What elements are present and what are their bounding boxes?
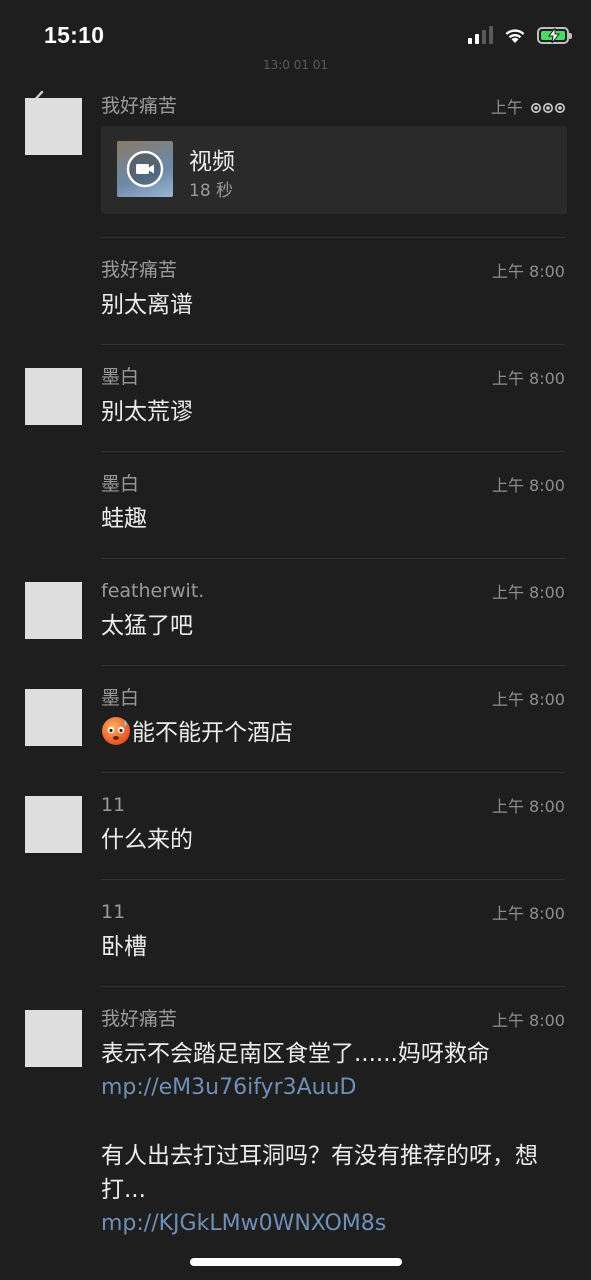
chat-message[interactable]: 墨白 上午 8:00 别太荒谬 [0,345,591,452]
message-text-content: 能不能开个酒店 [132,720,293,746]
message-text: 蛙趣 [101,506,147,532]
chat-message[interactable]: 我好痛苦 上午 8:00 表示不会踏足南区食堂了......妈呀救命 mp://… [0,987,591,1267]
video-duration: 18 秒 [189,181,234,201]
mini-program-link[interactable]: mp://eM3u76ifyr3AuuD [101,1071,565,1105]
status-bar: 15:10 [0,0,591,64]
chat-message[interactable]: 墨白 上午 8:00 能不能开个酒店 [0,666,591,773]
video-camera-icon [126,150,164,188]
cellular-signal-icon [468,26,493,44]
wifi-icon [505,29,525,43]
chat-message[interactable]: 我好痛苦 上午 8:00 别太离谱 [0,238,591,345]
message-time: 上午 8:00 [491,1011,565,1030]
chat-message[interactable]: 墨白 上午 8:00 蛙趣 [0,452,591,559]
message-text: 什么来的 [101,827,193,853]
message-paragraph: 表示不会踏足南区食堂了......妈呀救命 [101,1041,490,1067]
avatar[interactable] [25,368,82,425]
chat-message[interactable]: featherwit. 上午 8:00 太猛了吧 [0,559,591,666]
status-time: 15:10 [44,22,105,48]
message-paragraph: 有人出去打过耳洞吗？有没有推荐的呀，想打... [101,1143,538,1203]
home-indicator[interactable] [190,1258,402,1266]
status-icons [468,26,572,44]
message-text: 卧槽 [101,934,147,960]
message-time: 上午 8:00 [491,262,565,281]
chat-message[interactable]: 11 上午 8:00 卧槽 [0,880,591,987]
message-time: 上午 8:00 [491,904,565,923]
message-time: 上午 8:00 [491,797,565,816]
avatar[interactable] [25,98,82,155]
video-title: 视频 [189,149,235,175]
avatar[interactable] [25,689,82,746]
video-thumbnail[interactable] [117,141,173,197]
avatar[interactable] [25,1010,82,1067]
message-time: 上午 [491,94,565,118]
message-time: 上午 8:00 [491,583,565,602]
video-card[interactable]: 视频 18 秒 [101,126,567,214]
mini-program-link[interactable]: mp://KJGkLMw0WNXOM8s [101,1207,565,1241]
avatar[interactable] [25,582,82,639]
avatar[interactable] [25,796,82,853]
message-time: 上午 8:00 [491,476,565,495]
message-time: 上午 8:00 [491,690,565,709]
header-ghost-text: 13:0 01 01 [262,58,329,72]
cold-sweat-face-icon [102,717,130,745]
message-time: 上午 8:00 [491,369,565,388]
chat-message[interactable]: 我好痛苦 上午 视频 18 秒 [0,86,591,238]
message-text: 别太荒谬 [101,399,193,425]
more-dots-icon [531,103,565,113]
message-text: 别太离谱 [101,292,193,318]
message-text: 太猛了吧 [101,613,193,639]
battery-charging-icon [537,26,572,44]
chat-feed: 我好痛苦 上午 视频 18 秒 我好痛苦 上午 8:00 别太离谱 墨白 上午 … [0,86,591,1267]
message-text: 能不能开个酒店 [101,716,565,750]
chat-message[interactable]: 11 上午 8:00 什么来的 [0,773,591,880]
message-text: 表示不会踏足南区食堂了......妈呀救命 mp://eM3u76ifyr3Au… [101,1037,565,1241]
